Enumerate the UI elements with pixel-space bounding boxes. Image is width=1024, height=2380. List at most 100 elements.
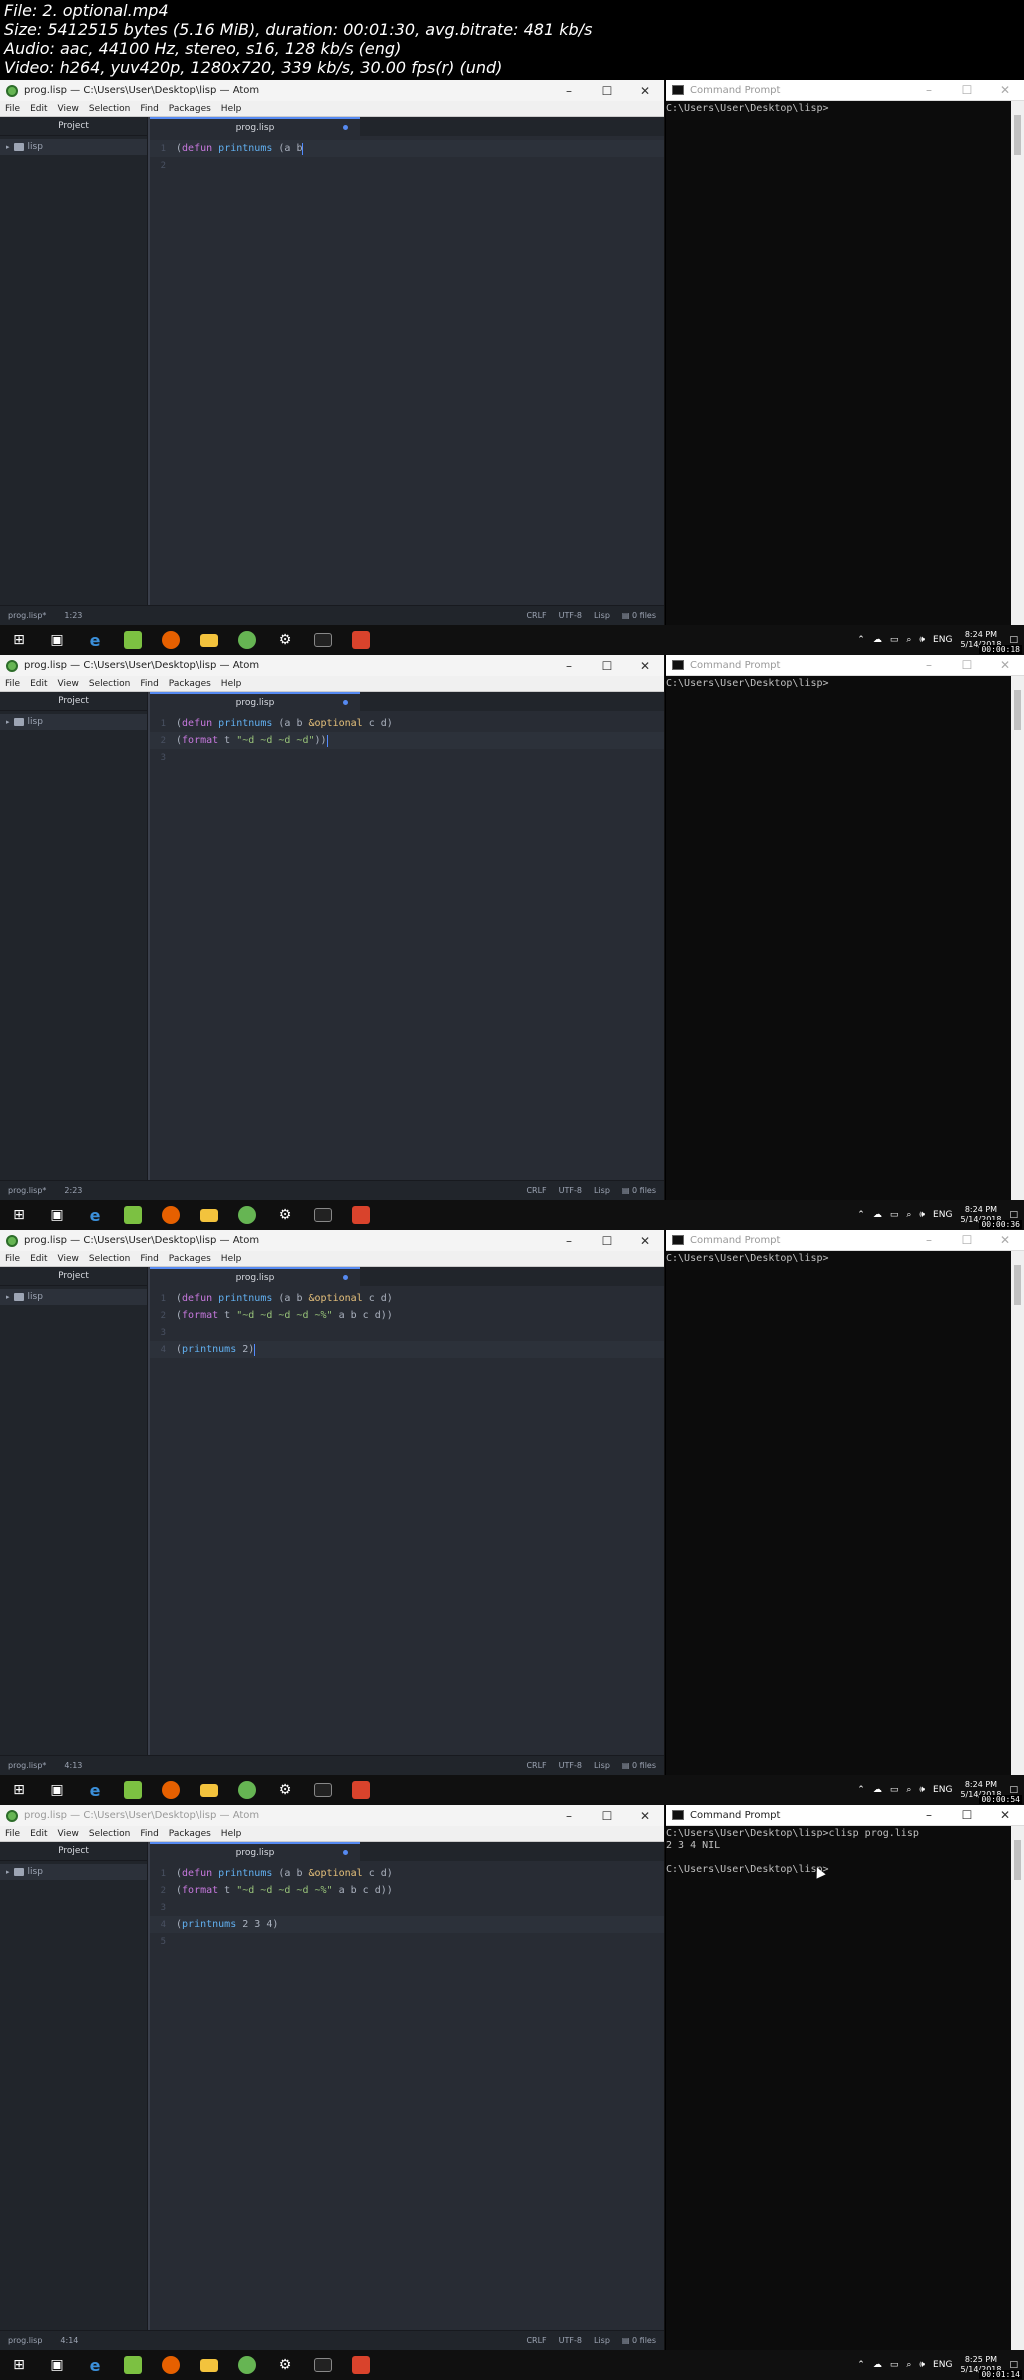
maximize-button[interactable]: ☐ — [588, 659, 626, 673]
code-area[interactable]: 1 (defun printnums (a b &optional c d) 2 (f… — [150, 711, 664, 766]
tree-header[interactable]: Project — [0, 1267, 147, 1286]
console-output[interactable]: C:\Users\User\Desktop\lisp> — [666, 676, 1024, 690]
atom-taskbar-icon[interactable] — [228, 2350, 266, 2380]
firefox-icon[interactable] — [152, 1775, 190, 1805]
cmd-maximize-button[interactable]: ☐ — [948, 658, 986, 672]
status-grammar[interactable]: Lisp — [594, 611, 610, 620]
recorder-icon[interactable] — [342, 2350, 380, 2380]
wifi-icon[interactable]: ⌕ — [906, 1210, 911, 1220]
menu-view[interactable]: View — [53, 679, 84, 689]
tab-prog-lisp[interactable]: prog.lisp — [150, 1267, 360, 1286]
code-line[interactable]: 2 (format t "~d ~d ~d ~d")) — [150, 732, 664, 749]
cmd-taskbar-icon[interactable] — [304, 1200, 342, 1230]
wifi-icon[interactable]: ⌕ — [906, 1785, 911, 1795]
code-line[interactable]: 5 — [150, 1933, 664, 1950]
status-line-ending[interactable]: CRLF — [526, 1761, 546, 1770]
chevron-up-icon[interactable]: ⌃ — [857, 1210, 865, 1220]
menu-packages[interactable]: Packages — [164, 104, 216, 114]
editor-pane[interactable]: prog.lisp 1 (defun printnums (a b &option… — [148, 692, 664, 1180]
tab-prog-lisp[interactable]: prog.lisp — [150, 692, 360, 711]
status-files[interactable]: ▤ 0 files — [622, 1761, 656, 1770]
tree-folder-lisp[interactable]: ▸ lisp — [0, 139, 147, 155]
tab-prog-lisp[interactable]: prog.lisp — [150, 1842, 360, 1861]
battery-icon[interactable]: ▭ — [890, 635, 899, 645]
edge-icon[interactable]: e — [76, 2350, 114, 2380]
start-icon[interactable]: ⊞ — [0, 625, 38, 655]
recorder-icon[interactable] — [342, 1200, 380, 1230]
cmd-scrollbar[interactable] — [1011, 101, 1024, 625]
cmd-minimize-button[interactable]: – — [910, 1808, 948, 1822]
code-line[interactable]: 4 (printnums 2 3 4) — [150, 1916, 664, 1933]
code-line[interactable]: 2 — [150, 157, 664, 174]
maximize-button[interactable]: ☐ — [588, 1809, 626, 1823]
status-encoding[interactable]: UTF-8 — [559, 611, 582, 620]
file-explorer-icon[interactable] — [190, 625, 228, 655]
maximize-button[interactable]: ☐ — [588, 84, 626, 98]
cloud-icon[interactable]: ☁ — [873, 2360, 882, 2370]
task-view-icon[interactable]: ▣ — [38, 625, 76, 655]
code-line[interactable]: 2 (format t "~d ~d ~d ~d ~%" a b c d)) — [150, 1307, 664, 1324]
menu-view[interactable]: View — [53, 1254, 84, 1264]
tree-folder-lisp[interactable]: ▸ lisp — [0, 714, 147, 730]
status-cursor-position[interactable]: 4:14 — [60, 2336, 78, 2345]
settings-icon[interactable]: ⚙ — [266, 1775, 304, 1805]
edge-icon[interactable]: e — [76, 1200, 114, 1230]
app-green-icon[interactable] — [114, 1200, 152, 1230]
scrollbar-thumb[interactable] — [1014, 115, 1021, 155]
menu-file[interactable]: File — [0, 679, 25, 689]
file-explorer-icon[interactable] — [190, 1775, 228, 1805]
close-button[interactable]: ✕ — [626, 1809, 664, 1823]
settings-icon[interactable]: ⚙ — [266, 625, 304, 655]
cmd-scrollbar[interactable] — [1011, 676, 1024, 1200]
settings-icon[interactable]: ⚙ — [266, 1200, 304, 1230]
editor-pane[interactable]: prog.lisp 1 (defun printnums (a b &option… — [148, 1842, 664, 2330]
status-line-ending[interactable]: CRLF — [526, 2336, 546, 2345]
tree-folder-lisp[interactable]: ▸ lisp — [0, 1289, 147, 1305]
status-file[interactable]: prog.lisp* — [8, 1761, 46, 1770]
maximize-button[interactable]: ☐ — [588, 1234, 626, 1248]
notification-icon[interactable]: □ — [1009, 1210, 1018, 1220]
cmd-minimize-button[interactable]: – — [910, 1233, 948, 1247]
task-view-icon[interactable]: ▣ — [38, 2350, 76, 2380]
minimize-button[interactable]: – — [550, 1234, 588, 1248]
status-line-ending[interactable]: CRLF — [526, 611, 546, 620]
cmd-close-button[interactable]: ✕ — [986, 1233, 1024, 1247]
cmd-maximize-button[interactable]: ☐ — [948, 83, 986, 97]
menu-find[interactable]: Find — [135, 1829, 163, 1839]
close-button[interactable]: ✕ — [626, 659, 664, 673]
wifi-icon[interactable]: ⌕ — [906, 2360, 911, 2370]
code-line[interactable]: 1 (defun printnums (a b — [150, 140, 664, 157]
menu-packages[interactable]: Packages — [164, 679, 216, 689]
menu-help[interactable]: Help — [216, 104, 247, 114]
editor-pane[interactable]: prog.lisp 1 (defun printnums (a b &option… — [148, 1267, 664, 1755]
menu-selection[interactable]: Selection — [84, 1254, 135, 1264]
app-green-icon[interactable] — [114, 2350, 152, 2380]
menu-packages[interactable]: Packages — [164, 1254, 216, 1264]
cmd-maximize-button[interactable]: ☐ — [948, 1233, 986, 1247]
tree-folder-lisp[interactable]: ▸ lisp — [0, 1864, 147, 1880]
code-line[interactable]: 4 (printnums 2) — [150, 1341, 664, 1358]
code-line[interactable]: 2 (format t "~d ~d ~d ~d ~%" a b c d)) — [150, 1882, 664, 1899]
tab-prog-lisp[interactable]: prog.lisp — [150, 117, 360, 136]
code-area[interactable]: 1 (defun printnums (a b 2 — [150, 136, 664, 174]
menu-file[interactable]: File — [0, 1254, 25, 1264]
menu-selection[interactable]: Selection — [84, 679, 135, 689]
language-indicator[interactable]: ENG — [933, 2360, 952, 2370]
tree-header[interactable]: Project — [0, 692, 147, 711]
cmd-close-button[interactable]: ✕ — [986, 658, 1024, 672]
app-green-icon[interactable] — [114, 625, 152, 655]
cmd-maximize-button[interactable]: ☐ — [948, 1808, 986, 1822]
editor-pane[interactable]: prog.lisp 1 (defun printnums (a b 2 — [148, 117, 664, 605]
status-files[interactable]: ▤ 0 files — [622, 2336, 656, 2345]
console-output[interactable]: C:\Users\User\Desktop\lisp> — [666, 101, 1024, 115]
menu-view[interactable]: View — [53, 104, 84, 114]
cmd-minimize-button[interactable]: – — [910, 658, 948, 672]
code-area[interactable]: 1 (defun printnums (a b &optional c d) 2 (f… — [150, 1286, 664, 1358]
volume-icon[interactable]: 🕪 — [919, 2360, 925, 2370]
minimize-button[interactable]: – — [550, 1809, 588, 1823]
status-grammar[interactable]: Lisp — [594, 1186, 610, 1195]
code-area[interactable]: 1 (defun printnums (a b &optional c d) 2 (f… — [150, 1861, 664, 1950]
status-file[interactable]: prog.lisp — [8, 2336, 42, 2345]
cmd-close-button[interactable]: ✕ — [986, 1808, 1024, 1822]
battery-icon[interactable]: ▭ — [890, 2360, 899, 2370]
